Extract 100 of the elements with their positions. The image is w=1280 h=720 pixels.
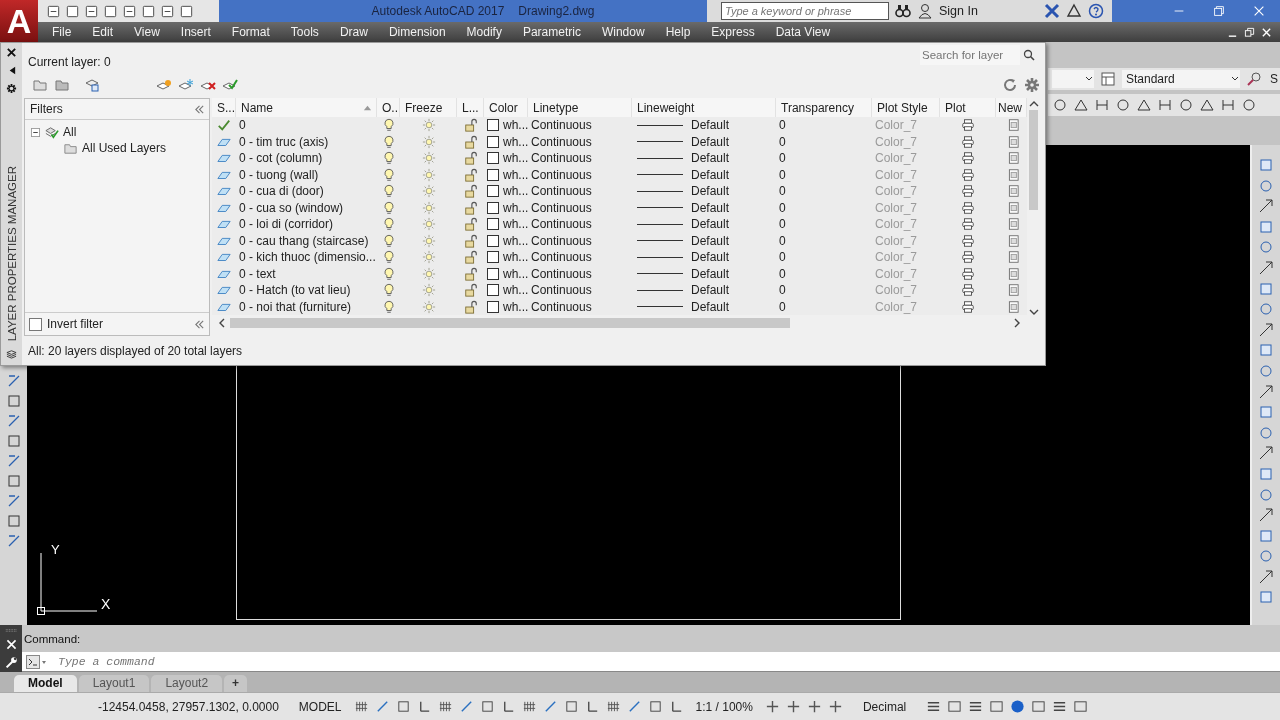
brush-icon[interactable] xyxy=(1246,71,1262,87)
bulb-icon[interactable] xyxy=(381,283,396,298)
toolbar-icon[interactable] xyxy=(84,3,99,19)
search-field[interactable]: Search for layer xyxy=(920,45,1020,65)
column-header[interactable]: Lineweight xyxy=(632,98,776,117)
table-cell[interactable]: Default xyxy=(691,167,730,182)
close-icon[interactable] xyxy=(6,47,17,58)
bulb-icon[interactable] xyxy=(381,134,396,149)
lock-icon[interactable] xyxy=(463,250,478,265)
toolbar-icon[interactable] xyxy=(179,3,194,19)
layout-tab[interactable]: Layout2 xyxy=(151,675,223,692)
layer-name[interactable]: 0 - cua so (window) xyxy=(239,200,344,215)
color-swatch[interactable] xyxy=(487,135,499,148)
table-cell[interactable]: Default xyxy=(691,299,730,314)
status-icon[interactable] xyxy=(479,699,495,714)
restore-icon[interactable] xyxy=(1244,26,1255,38)
table-style-icon[interactable] xyxy=(1100,71,1116,87)
table-cell[interactable]: wh... xyxy=(503,184,529,199)
bulb-icon[interactable] xyxy=(381,151,396,166)
table-cell[interactable]: Default xyxy=(691,250,730,265)
status-icon[interactable] xyxy=(437,699,453,714)
add-tab-button[interactable]: + xyxy=(224,675,248,692)
triangle-icon[interactable] xyxy=(1065,3,1082,19)
lock-icon[interactable] xyxy=(463,233,478,248)
printer-icon[interactable] xyxy=(961,217,975,232)
lock-icon[interactable] xyxy=(463,266,478,281)
table-cell[interactable]: Continuous xyxy=(531,167,592,182)
table-cell[interactable]: wh... xyxy=(503,118,529,133)
status-icon[interactable] xyxy=(947,699,963,714)
table-cell[interactable]: Default xyxy=(691,184,730,199)
color-swatch[interactable] xyxy=(487,152,499,165)
toolbar-icon[interactable] xyxy=(122,3,137,19)
chevron-left-icon[interactable] xyxy=(218,317,226,328)
bulb-icon[interactable] xyxy=(381,167,396,182)
table-cell[interactable]: Continuous xyxy=(531,200,592,215)
color-swatch[interactable] xyxy=(487,300,499,313)
menu-item[interactable]: Insert xyxy=(170,25,222,39)
toolbar-icon[interactable] xyxy=(160,3,175,19)
table-cell[interactable]: 0 xyxy=(779,184,786,199)
column-header[interactable]: O... xyxy=(377,98,400,117)
layer-name[interactable]: 0 - loi di (corridor) xyxy=(239,217,334,232)
menu-item[interactable]: Draw xyxy=(329,25,379,39)
status-icon[interactable] xyxy=(605,699,621,714)
toolbar-icon[interactable] xyxy=(1258,568,1274,585)
table-cell[interactable]: Continuous xyxy=(531,151,592,166)
lock-icon[interactable] xyxy=(463,184,478,199)
bulb-icon[interactable] xyxy=(381,118,396,133)
toolbar-icon[interactable] xyxy=(1178,97,1194,113)
search-field[interactable]: Type a keyword or phrase xyxy=(721,2,889,20)
toolbar-icon[interactable] xyxy=(1136,97,1152,113)
toolbar-icon[interactable] xyxy=(1258,321,1274,338)
table-cell[interactable]: wh... xyxy=(503,167,529,182)
prompt-icon[interactable] xyxy=(26,654,48,669)
check-icon[interactable] xyxy=(217,118,231,133)
checkbox[interactable] xyxy=(29,317,42,331)
status-icon[interactable] xyxy=(521,699,537,714)
chevron-right-icon[interactable] xyxy=(1013,317,1021,328)
table-cell[interactable]: Default xyxy=(691,283,730,298)
bulb-icon[interactable] xyxy=(381,266,396,281)
lock-icon[interactable] xyxy=(463,299,478,314)
status-icon[interactable] xyxy=(764,699,780,714)
table-cell[interactable]: 0 xyxy=(779,250,786,265)
help-icon[interactable] xyxy=(1087,3,1104,19)
bulb-icon[interactable] xyxy=(381,299,396,314)
table-cell[interactable]: Default xyxy=(691,200,730,215)
toolbar-icon[interactable] xyxy=(65,3,80,19)
color-swatch[interactable] xyxy=(487,218,499,231)
status-icon[interactable] xyxy=(563,699,579,714)
status-icon[interactable] xyxy=(926,699,942,714)
menu-item[interactable]: Help xyxy=(655,25,702,39)
printer-icon[interactable] xyxy=(961,283,975,298)
table-cell[interactable]: 0 xyxy=(779,283,786,298)
column-header[interactable]: S... xyxy=(212,98,236,117)
printer-icon[interactable] xyxy=(961,118,975,133)
menu-item[interactable]: Modify xyxy=(456,25,513,39)
toolbar-icon[interactable] xyxy=(141,3,156,19)
table-cell[interactable]: 0 xyxy=(779,266,786,281)
bulb-icon[interactable] xyxy=(381,233,396,248)
toolbar-icon[interactable] xyxy=(1258,259,1274,276)
menu-item[interactable]: Edit xyxy=(82,25,125,39)
toolbar-icon[interactable] xyxy=(103,3,118,19)
layout-tab[interactable]: Model xyxy=(14,675,77,692)
layer-name[interactable]: 0 - cot (column) xyxy=(239,151,323,166)
collapse-icon[interactable] xyxy=(194,318,205,330)
table-cell[interactable]: wh... xyxy=(503,151,529,166)
color-swatch[interactable] xyxy=(487,119,499,132)
table-cell[interactable]: Default xyxy=(691,233,730,248)
column-header[interactable]: Linetype xyxy=(528,98,632,117)
status-icon[interactable] xyxy=(353,699,369,714)
column-header[interactable]: Plot xyxy=(940,98,996,117)
status-icon[interactable] xyxy=(1073,699,1089,714)
status-icon[interactable] xyxy=(806,699,822,714)
checkbox-label[interactable]: Invert filter xyxy=(47,317,103,331)
table-cell[interactable]: wh... xyxy=(503,283,529,298)
table-cell[interactable]: wh... xyxy=(503,266,529,281)
table-cell[interactable]: Continuous xyxy=(531,250,592,265)
color-swatch[interactable] xyxy=(487,168,499,181)
printer-icon[interactable] xyxy=(961,167,975,182)
chevron-down-icon[interactable] xyxy=(1028,308,1039,316)
toolbar-icon[interactable] xyxy=(1199,97,1215,113)
